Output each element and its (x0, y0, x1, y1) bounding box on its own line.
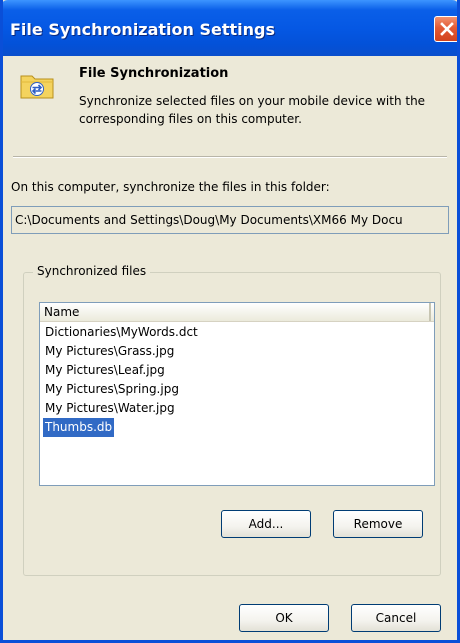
list-header: Name (40, 303, 434, 322)
settings-dialog: File Synchronization Settings File Synch… (0, 0, 460, 643)
list-item[interactable]: My Pictures\Grass.jpg (40, 342, 434, 361)
list-item-label: My Pictures\Leaf.jpg (45, 363, 165, 377)
list-item-label: My Pictures\Spring.jpg (45, 382, 179, 396)
close-button[interactable] (434, 16, 457, 42)
section-description: Synchronize selected files on your mobil… (79, 94, 426, 126)
list-item[interactable]: My Pictures\Spring.jpg (40, 380, 434, 399)
folder-path-field[interactable]: C:\Documents and Settings\Doug\My Docume… (11, 206, 449, 234)
cancel-button[interactable]: Cancel (351, 604, 441, 632)
section-title: File Synchronization (79, 66, 229, 81)
list-item-label: My Pictures\Grass.jpg (45, 344, 175, 358)
list-item[interactable]: My Pictures\Water.jpg (40, 399, 434, 418)
list-item[interactable]: My Pictures\Leaf.jpg (40, 361, 434, 380)
synchronized-files-label: Synchronized files (33, 264, 151, 278)
folder-label: On this computer, synchronize the files … (11, 180, 330, 194)
divider (13, 156, 447, 158)
list-item[interactable]: Thumbs.db (40, 418, 434, 437)
synchronized-files-list[interactable]: Name Dictionaries\MyWords.dct My Pictures… (39, 302, 435, 486)
ok-button[interactable]: OK (239, 604, 329, 632)
remove-button[interactable]: Remove (333, 510, 423, 538)
close-icon (440, 22, 454, 36)
column-header-name[interactable]: Name (40, 303, 431, 321)
list-item-label: Thumbs.db (43, 418, 115, 437)
list-item-label: My Pictures\Water.jpg (45, 401, 175, 415)
list-rows: Dictionaries\MyWords.dct My Pictures\Gras… (40, 323, 434, 437)
window-title: File Synchronization Settings (10, 20, 276, 39)
sync-folder-icon (20, 75, 54, 99)
list-item-label: Dictionaries\MyWords.dct (45, 325, 198, 339)
title-bar[interactable]: File Synchronization Settings (3, 0, 457, 56)
list-item[interactable]: Dictionaries\MyWords.dct (40, 323, 434, 342)
add-button[interactable]: Add... (221, 510, 311, 538)
